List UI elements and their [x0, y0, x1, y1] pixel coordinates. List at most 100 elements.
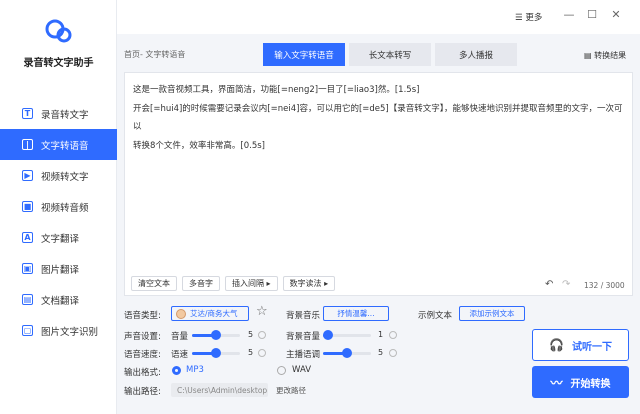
add-sample-button[interactable]: 添加示例文本 — [459, 306, 525, 321]
document-icon: ▤ — [22, 294, 33, 305]
speed-slider[interactable] — [192, 348, 240, 358]
sidebar-item-label: 文字转语音 — [41, 140, 89, 152]
avatar — [176, 308, 186, 319]
video-play-icon: ▶ — [22, 170, 33, 181]
voice-select[interactable]: 艾达/商务大气 — [171, 306, 249, 321]
bg-volume-value: 1 — [378, 330, 384, 339]
sidebar-item-label: 视频转音频 — [41, 202, 89, 214]
more-menu-button[interactable]: ☰ 更多 — [515, 11, 542, 23]
export-results-button[interactable]: ▤ 转换结果 — [584, 50, 626, 61]
speed-value: 5 — [248, 348, 254, 357]
sidebar-item-audio-to-text[interactable]: T 录音转文字 — [0, 98, 117, 129]
format-mp3-label: MP3 — [186, 365, 204, 375]
speed-slider-handle[interactable] — [211, 348, 221, 358]
mode-tabs: 输入文字转语音 长文本转写 多人播报 — [263, 43, 521, 66]
more-label: 更多 — [525, 13, 543, 23]
sidebar-item-ocr[interactable]: ▢ 图片文字识别 — [0, 315, 117, 346]
volume-label: 音量 — [171, 332, 189, 342]
sidebar-item-text-to-speech[interactable]: | 文字转语音 — [0, 129, 117, 160]
image-icon: ▣ — [22, 263, 33, 274]
editor-line: 开会[=hui4]的时候需要记录会议内[=nei4]容，可以用它的[=de5]【… — [133, 103, 623, 133]
reset-icon[interactable] — [258, 349, 266, 357]
editor-toolbar: 清空文本 多音字 插入间隔 ▸ 数字读法 ▸ — [131, 276, 340, 291]
sidebar: 录音转文字助手 T 录音转文字 | 文字转语音 ▶ 视频转文字 ■ 视频转音频 … — [0, 0, 117, 414]
tab-text-to-speech[interactable]: 输入文字转语音 — [263, 43, 345, 66]
breadcrumb: 首页- 文字转语音 — [124, 50, 186, 59]
preview-button[interactable]: 🎧 试听一下 — [532, 329, 629, 361]
sample-text-label: 示例文本 — [418, 311, 453, 321]
preview-label: 试听一下 — [571, 341, 612, 353]
volume-slider[interactable] — [192, 330, 240, 340]
editor-line: 这是一款音视频工具，界面简洁，功能[=neng2]一目了[=liao3]然。[1… — [133, 85, 420, 95]
sidebar-item-label: 文字翻译 — [41, 233, 80, 245]
undo-icon[interactable]: ↶ — [545, 279, 553, 290]
bgm-select[interactable]: 抒情温馨... — [323, 306, 389, 321]
format-mp3-radio[interactable] — [172, 366, 181, 375]
reset-icon[interactable] — [258, 331, 266, 339]
voice-type-label: 语音类型: — [124, 311, 161, 321]
volume-value: 5 — [248, 330, 254, 339]
sidebar-item-label: 文档翻译 — [41, 295, 80, 307]
maximize-button[interactable]: ☐ — [586, 9, 598, 21]
close-button[interactable]: ✕ — [610, 9, 622, 21]
minimize-button[interactable]: — — [563, 9, 575, 21]
file-icon: ▤ — [584, 51, 595, 60]
char-counter: 132 / 3000 — [584, 281, 625, 290]
redo-icon[interactable]: ↷ — [562, 279, 570, 290]
reset-icon[interactable] — [389, 349, 397, 357]
pitch-slider[interactable] — [323, 348, 371, 358]
output-path-label: 输出路径: — [124, 387, 161, 397]
bg-volume-label: 背景音量 — [286, 332, 321, 342]
format-wav-label: WAV — [292, 365, 312, 375]
sound-settings-label: 声音设置: — [124, 332, 161, 342]
video-audio-icon: ■ — [22, 201, 33, 212]
reset-icon[interactable] — [389, 331, 397, 339]
change-path-link[interactable]: 更改路径 — [276, 385, 306, 396]
speed-settings-label: 语音速度: — [124, 350, 161, 360]
pitch-value: 5 — [378, 348, 384, 357]
star-icon[interactable]: ☆ — [256, 304, 268, 319]
format-label: 输出格式: — [124, 368, 161, 378]
start-label: 开始转换 — [570, 378, 611, 390]
editor-content[interactable]: 这是一款音视频工具，界面简洁，功能[=neng2]一目了[=liao3]然。[1… — [133, 81, 627, 155]
sidebar-item-video-to-audio[interactable]: ■ 视频转音频 — [0, 191, 117, 222]
text-t-icon: T — [22, 108, 33, 119]
sidebar-item-label: 图片文字识别 — [41, 326, 99, 338]
sidebar-item-label: 视频转文字 — [41, 171, 89, 183]
voice-name: 艾达/商务大气 — [190, 309, 238, 318]
output-path-field[interactable]: C:\Users\Admin\desktop — [171, 383, 268, 397]
menu-icon: ☰ — [515, 13, 526, 23]
sidebar-item-label: 图片翻译 — [41, 264, 80, 276]
waveform-icon: 〰 — [550, 375, 563, 390]
text-editor[interactable]: 这是一款音视频工具，界面简洁，功能[=neng2]一目了[=liao3]然。[1… — [124, 72, 633, 296]
sidebar-item-text-translate[interactable]: A 文字翻译 — [0, 222, 117, 253]
bgm-label: 背景音乐 — [286, 311, 321, 321]
waveform-icon: | — [22, 139, 33, 150]
translate-icon: A — [22, 232, 33, 243]
polyphone-button[interactable]: 多音字 — [182, 276, 220, 291]
scan-icon: ▢ — [22, 325, 33, 336]
app-name: 录音转文字助手 — [23, 58, 94, 69]
volume-slider-handle[interactable] — [211, 330, 221, 340]
tab-multi-speaker[interactable]: 多人播报 — [435, 43, 517, 66]
format-wav-radio[interactable] — [277, 366, 286, 375]
number-reading-button[interactable]: 数字读法 ▸ — [282, 276, 336, 291]
sidebar-item-image-translate[interactable]: ▣ 图片翻译 — [0, 253, 117, 284]
editor-line: 转换8个文件，效率非常高。[0.5s] — [133, 140, 265, 151]
title-bar: ☰ 更多 — ☐ ✕ — [117, 0, 640, 34]
app-logo-icon — [45, 19, 72, 43]
speed-label: 语速 — [171, 350, 189, 360]
sidebar-item-video-to-text[interactable]: ▶ 视频转文字 — [0, 160, 117, 191]
pitch-slider-handle[interactable] — [342, 348, 352, 358]
sidebar-item-doc-translate[interactable]: ▤ 文档翻译 — [0, 284, 117, 315]
sidebar-nav: T 录音转文字 | 文字转语音 ▶ 视频转文字 ■ 视频转音频 A 文字翻译 ▣… — [0, 98, 117, 346]
clear-text-button[interactable]: 清空文本 — [131, 276, 177, 291]
start-convert-button[interactable]: 〰 开始转换 — [532, 366, 629, 398]
bg-volume-slider[interactable] — [323, 330, 371, 340]
bg-volume-slider-handle[interactable] — [323, 330, 333, 340]
pitch-label: 主播语调 — [286, 350, 321, 360]
tab-long-text[interactable]: 长文本转写 — [349, 43, 431, 66]
insert-pause-button[interactable]: 插入间隔 ▸ — [225, 276, 278, 291]
sidebar-item-label: 录音转文字 — [41, 109, 89, 121]
export-label: 转换结果 — [594, 51, 627, 60]
